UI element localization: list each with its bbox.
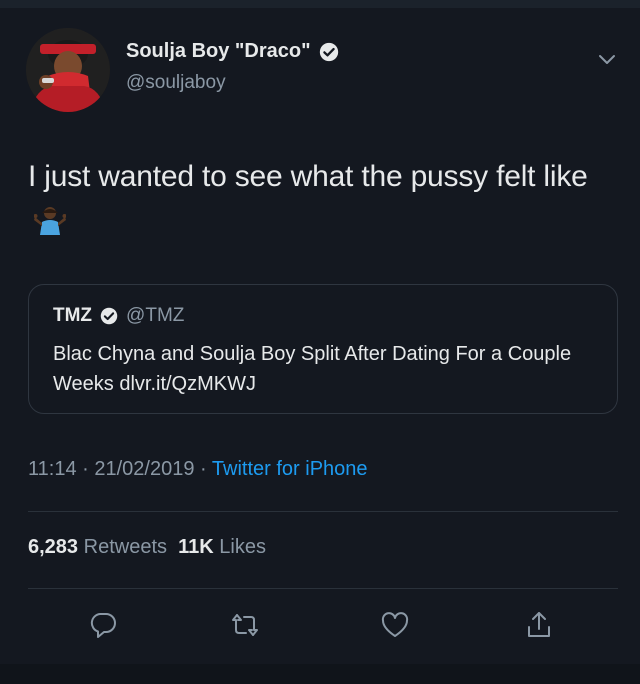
quoted-tweet-header: TMZ @TMZ (53, 305, 184, 327)
quoted-author-name: TMZ (53, 305, 93, 326)
retweet-icon[interactable] (230, 610, 260, 640)
tweet-stats: 6,283 Retweets 11K Likes (28, 536, 266, 559)
author-handle[interactable]: @souljaboy (126, 72, 226, 94)
avatar-image (26, 28, 110, 112)
quoted-author-handle: @TMZ (126, 305, 185, 326)
tweet-text: I just wanted to see what the pussy felt… (28, 154, 608, 244)
retweets-label[interactable]: Retweets (84, 536, 167, 558)
tweet-date: 21/02/2019 (94, 458, 195, 480)
quoted-tweet[interactable]: TMZ @TMZ Blac Chyna and Soulja Boy Split… (28, 284, 618, 414)
heart-icon[interactable] (380, 610, 410, 640)
reply-icon[interactable] (88, 610, 118, 640)
author-name-row[interactable]: Soulja Boy "Draco" (126, 40, 339, 63)
tweet-screen: Soulja Boy "Draco" @souljaboy I just wan… (0, 0, 640, 684)
divider (28, 588, 618, 589)
retweets-count[interactable]: 6,283 (28, 536, 78, 558)
quoted-tweet-text: Blac Chyna and Soulja Boy Split After Da… (53, 343, 572, 395)
author-name[interactable]: Soulja Boy "Draco" (126, 40, 311, 63)
person-shrugging-emoji (34, 207, 66, 235)
top-edge (0, 0, 640, 8)
tweet-time: 11:14 (28, 458, 77, 480)
likes-count[interactable]: 11K (178, 536, 214, 558)
verified-badge-icon (100, 307, 118, 325)
bottom-edge (0, 664, 640, 684)
divider (28, 511, 618, 512)
avatar[interactable] (26, 28, 110, 112)
tweet-meta: 11:14 · 21/02/2019 · Twitter for iPhone (28, 458, 368, 481)
verified-badge-icon (319, 42, 338, 61)
meta-separator: · (200, 458, 207, 480)
likes-label[interactable]: Likes (219, 536, 266, 558)
chevron-down-icon[interactable] (596, 48, 618, 70)
share-icon[interactable] (524, 610, 554, 640)
meta-separator: · (82, 458, 89, 480)
tweet-text-content: I just wanted to see what the pussy felt… (28, 160, 588, 193)
source-app-link[interactable]: Twitter for iPhone (212, 458, 368, 480)
